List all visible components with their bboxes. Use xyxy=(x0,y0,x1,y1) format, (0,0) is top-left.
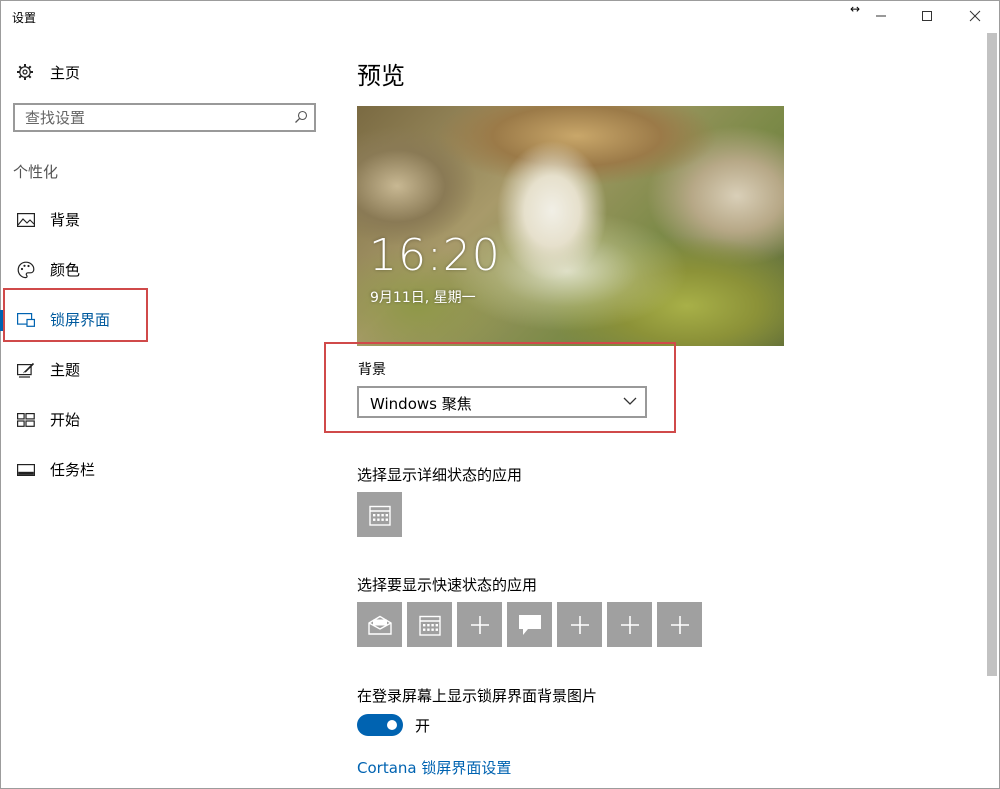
close-button[interactable] xyxy=(952,0,998,32)
sidebar-item-label: 开始 xyxy=(50,411,81,429)
lock-screen-icon xyxy=(16,311,36,329)
sidebar-item-label: 任务栏 xyxy=(50,461,96,479)
home-label: 主页 xyxy=(50,63,81,82)
add-quick-status-app-button[interactable] xyxy=(607,602,652,647)
plus-icon xyxy=(670,615,689,634)
message-icon xyxy=(518,614,541,635)
quick-status-app-tile[interactable] xyxy=(357,602,402,647)
quick-status-app-tile[interactable] xyxy=(507,602,552,647)
lock-screen-preview: 16:20 9月11日, 星期一 xyxy=(357,106,784,346)
image-icon xyxy=(16,211,36,229)
calendar-icon xyxy=(368,505,391,526)
add-quick-status-app-button[interactable] xyxy=(557,602,602,647)
chevron-down-icon xyxy=(623,397,637,405)
theme-icon xyxy=(16,361,36,379)
toggle-state-label: 开 xyxy=(415,717,431,735)
sidebar-item-themes[interactable]: 主题 xyxy=(0,350,320,390)
title-bar: 设置 ↔ xyxy=(0,0,1000,32)
detailed-status-app-tile[interactable] xyxy=(357,492,402,537)
section-label-personalization: 个性化 xyxy=(13,163,59,181)
plus-icon xyxy=(570,615,589,634)
start-icon xyxy=(16,411,36,429)
preview-date: 9月11日, 星期一 xyxy=(370,290,476,306)
gear-icon xyxy=(17,64,33,80)
add-quick-status-app-button[interactable] xyxy=(457,602,502,647)
palette-icon xyxy=(16,261,36,279)
sidebar-item-label: 锁屏界面 xyxy=(50,311,111,329)
quick-status-app-tile[interactable] xyxy=(407,602,452,647)
maximize-button[interactable] xyxy=(904,0,950,32)
taskbar-icon xyxy=(16,461,36,479)
plus-icon xyxy=(620,615,639,634)
minimize-icon xyxy=(876,15,886,17)
add-quick-status-app-button[interactable] xyxy=(657,602,702,647)
active-indicator xyxy=(0,310,4,331)
sidebar-item-label: 主题 xyxy=(50,361,81,379)
plus-icon xyxy=(470,615,489,634)
background-dropdown-value: Windows 聚焦 xyxy=(370,395,472,413)
sidebar-item-start[interactable]: 开始 xyxy=(0,400,320,440)
signin-background-label: 在登录屏幕上显示锁屏界面背景图片 xyxy=(357,687,598,705)
detailed-status-label: 选择显示详细状态的应用 xyxy=(357,466,523,484)
signin-background-toggle[interactable] xyxy=(357,714,403,736)
sidebar-item-label: 颜色 xyxy=(50,261,81,279)
scrollbar[interactable] xyxy=(987,33,997,676)
cortana-lock-screen-settings-link[interactable]: Cortana 锁屏界面设置 xyxy=(357,757,511,778)
quick-status-label: 选择要显示快速状态的应用 xyxy=(357,576,538,594)
background-label: 背景 xyxy=(358,362,386,378)
sidebar-item-lock-screen[interactable]: 锁屏界面 xyxy=(0,300,320,340)
home-nav-item[interactable]: 主页 xyxy=(16,61,80,83)
page-title: 预览 xyxy=(357,62,405,90)
maximize-icon xyxy=(922,11,932,21)
calendar-icon xyxy=(418,615,441,636)
toggle-knob xyxy=(387,720,397,730)
close-icon xyxy=(969,10,981,22)
search-input[interactable] xyxy=(15,105,275,130)
minimize-button[interactable] xyxy=(858,0,904,32)
search-box[interactable] xyxy=(13,103,316,132)
sidebar-item-label: 背景 xyxy=(50,211,81,229)
sidebar-item-background[interactable]: 背景 xyxy=(0,200,320,240)
mail-icon xyxy=(367,615,392,635)
background-dropdown[interactable]: Windows 聚焦 xyxy=(357,386,647,418)
sidebar-item-colors[interactable]: 颜色 xyxy=(0,250,320,290)
sidebar-item-taskbar[interactable]: 任务栏 xyxy=(0,450,320,490)
search-icon[interactable] xyxy=(294,110,308,124)
preview-background-image xyxy=(357,106,784,346)
preview-time: 16:20 xyxy=(369,230,501,281)
window-title: 设置 xyxy=(12,11,37,25)
